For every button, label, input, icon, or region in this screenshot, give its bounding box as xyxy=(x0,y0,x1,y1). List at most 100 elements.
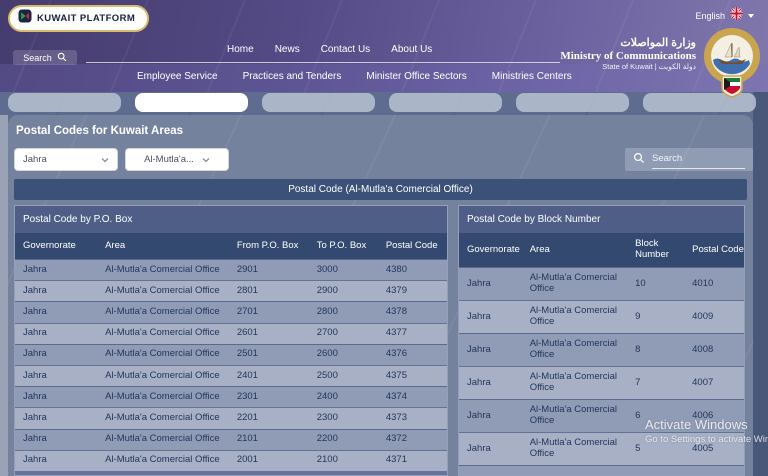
cell-from-po-box: 2801 xyxy=(229,286,309,297)
ministry-name-english: Ministry of Communications xyxy=(560,50,696,63)
chevron-down-icon xyxy=(202,157,210,163)
po-box-table-header: Governorate Area From P.O. Box To P.O. B… xyxy=(15,233,447,259)
cell-from-po-box: 2701 xyxy=(229,307,309,318)
cell-governorate: Jahra xyxy=(15,455,97,466)
language-label: English xyxy=(695,11,725,21)
cell-postal-code: 4374 xyxy=(378,392,447,403)
kuwait-platform-logo[interactable]: KUWAIT PLATFORM xyxy=(8,5,149,32)
cell-governorate: Jahra xyxy=(15,349,97,360)
table-search-input[interactable]: Search xyxy=(625,148,753,171)
cell-to-po-box: 2900 xyxy=(309,286,378,297)
cell-area: Al-Mutla'a Comercial Office xyxy=(97,413,229,424)
cell-from-po-box: 2601 xyxy=(229,328,309,339)
governorate-select[interactable]: Jahra xyxy=(14,148,118,171)
cell-to-po-box: 2600 xyxy=(309,349,378,360)
cell-postal-code: 4008 xyxy=(684,345,744,356)
search-icon xyxy=(57,52,67,64)
category-tab[interactable] xyxy=(262,93,375,112)
column-header-governorate: Governorate xyxy=(459,245,522,256)
cell-governorate: Jahra xyxy=(15,328,97,339)
cell-to-po-box: 2500 xyxy=(309,371,378,382)
section-title-bar: Postal Code (Al-Mutla'a Comercial Office… xyxy=(14,179,747,200)
nav-item[interactable]: About Us xyxy=(391,44,432,55)
subnav-item[interactable]: Employee Service xyxy=(137,71,218,82)
category-tab[interactable] xyxy=(389,93,502,112)
cell-area: Al-Mutla'a Comercial Office xyxy=(97,328,229,339)
cell-governorate: Jahra xyxy=(459,279,522,290)
cell-postal-code: 4378 xyxy=(378,307,447,318)
cell-area: Al-Mutla'a Comercial Office xyxy=(97,349,229,360)
cell-governorate: Jahra xyxy=(15,392,97,403)
block-number-table-body: Jahra Al-Mutla'a Comercial Office 10 401… xyxy=(459,267,744,476)
column-header-area: Area xyxy=(522,245,627,256)
cell-to-po-box: 2200 xyxy=(309,434,378,445)
page-right-margin xyxy=(753,92,768,476)
column-header-area: Area xyxy=(97,241,229,252)
cell-to-po-box: 2800 xyxy=(309,307,378,318)
subnav-item[interactable]: Minister Office Sectors xyxy=(366,71,466,82)
cell-from-po-box: 2501 xyxy=(229,349,309,360)
table-row: Jahra Al-Mutla'a Comercial Office 2501 2… xyxy=(15,344,447,365)
cell-to-po-box: 2300 xyxy=(309,413,378,424)
column-header-postal-code: Postal Code xyxy=(684,245,744,256)
cell-area: Al-Mutla'a Comercial Office xyxy=(97,392,229,403)
cell-block-number: 8 xyxy=(627,345,684,356)
table-row: Jahra Al-Mutla'a Comercial Office 2801 2… xyxy=(15,280,447,301)
cell-postal-code: 4007 xyxy=(684,378,744,389)
cell-postal-code: 4377 xyxy=(378,328,447,339)
column-header-governorate: Governorate xyxy=(15,241,97,252)
cell-governorate: Jahra xyxy=(15,307,97,318)
cell-postal-code: 4380 xyxy=(378,265,447,276)
table-row: Jahra Al-Mutla'a Comercial Office 8 4008 xyxy=(459,333,744,366)
page: KUWAIT PLATFORM English Searc xyxy=(0,0,768,476)
cell-postal-code: 4010 xyxy=(684,279,744,290)
cell-governorate: Jahra xyxy=(459,345,522,356)
po-box-table-title: Postal Code by P.O. Box xyxy=(15,206,447,233)
cell-postal-code: 4376 xyxy=(378,349,447,360)
cell-block-number: 7 xyxy=(627,378,684,389)
header-search-label: Search xyxy=(23,53,52,63)
uk-flag-icon xyxy=(730,7,743,25)
table-row: Jahra Al-Mutla'a Comercial Office 2101 2… xyxy=(15,429,447,450)
area-select[interactable]: Al-Mutla'a... xyxy=(125,148,229,171)
block-number-table-header: Governorate Area Block Number Postal Cod… xyxy=(459,233,744,267)
nav-item[interactable]: News xyxy=(275,44,300,55)
column-header-block-number: Block Number xyxy=(627,239,684,261)
cell-to-po-box: 2400 xyxy=(309,392,378,403)
cell-from-po-box: 2901 xyxy=(229,265,309,276)
nav-item[interactable]: Contact Us xyxy=(321,44,370,55)
po-box-table: Postal Code by P.O. Box Governorate Area… xyxy=(14,205,448,476)
cell-area: Al-Mutla'a Comercial Office xyxy=(522,405,627,427)
table-row: Jahra Al-Mutla'a Comercial Office 2001 2… xyxy=(15,450,447,471)
table-row: Jahra Al-Mutla'a Comercial Office 2601 2… xyxy=(15,323,447,344)
main-nav: Home News Contact Us About Us xyxy=(227,44,432,55)
nav-item[interactable]: Home xyxy=(227,44,254,55)
cell-area: Al-Mutla'a Comercial Office xyxy=(97,286,229,297)
cell-postal-code: 4005 xyxy=(684,444,744,455)
cell-area: Al-Mutla'a Comercial Office xyxy=(97,265,229,276)
cell-area: Al-Mutla'a Comercial Office xyxy=(97,371,229,382)
header-search-button[interactable]: Search xyxy=(13,50,77,65)
language-selector[interactable]: English xyxy=(695,7,754,25)
table-row: Jahra Al-Mutla'a Comercial Office 2201 2… xyxy=(15,407,447,428)
category-tab[interactable] xyxy=(8,93,121,112)
column-header-from-po-box: From P.O. Box xyxy=(229,241,309,252)
cell-governorate: Jahra xyxy=(459,378,522,389)
cell-governorate: Jahra xyxy=(459,312,522,323)
block-number-table-title: Postal Code by Block Number xyxy=(459,206,744,233)
cell-postal-code: 4009 xyxy=(684,312,744,323)
cell-area: Al-Mutla'a Comercial Office xyxy=(522,372,627,394)
kuwait-emblem-logo xyxy=(701,26,763,103)
ministry-state-line: State of Kuwait | دولة الكويت xyxy=(560,63,696,72)
category-tab[interactable] xyxy=(516,93,629,112)
cell-block-number: 5 xyxy=(627,444,684,455)
category-tab[interactable] xyxy=(135,93,248,112)
cell-block-number: 6 xyxy=(627,411,684,422)
subnav-item[interactable]: Practices and Tenders xyxy=(243,71,342,82)
table-row: Jahra Al-Mutla'a Comercial Office 10 401… xyxy=(459,267,744,300)
cell-block-number: 9 xyxy=(627,312,684,323)
cell-postal-code: 4006 xyxy=(684,411,744,422)
cell-postal-code: 4379 xyxy=(378,286,447,297)
subnav-item[interactable]: Ministries Centers xyxy=(492,71,572,82)
cell-area: Al-Mutla'a Comercial Office xyxy=(97,455,229,466)
